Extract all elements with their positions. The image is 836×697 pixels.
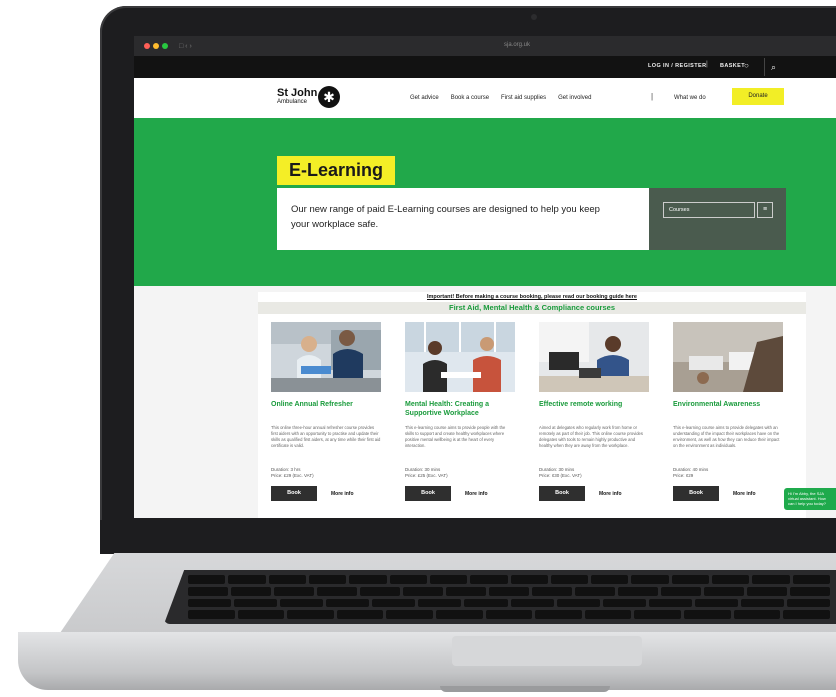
- course-cards: Online Annual Refresher This online thre…: [271, 322, 783, 514]
- course-image: [405, 322, 515, 392]
- book-button[interactable]: Book: [405, 486, 451, 501]
- book-button[interactable]: Book: [539, 486, 585, 501]
- browser-toolbar: □ ‹ › sja.org.uk: [134, 36, 836, 56]
- course-price: Price: £29 (Exc. VAT): [271, 473, 314, 478]
- more-info-link[interactable]: More info: [599, 491, 622, 497]
- nav-links: Get advice Book a course First aid suppl…: [410, 95, 591, 101]
- course-title[interactable]: Environmental Awareness: [673, 400, 783, 422]
- course-card: Mental Health: Creating a Supportive Wor…: [405, 322, 515, 514]
- maximize-window-icon[interactable]: [162, 43, 168, 49]
- hero-text: Our new range of paid E-Learning courses…: [291, 204, 600, 230]
- course-select[interactable]: Courses: [663, 202, 755, 218]
- course-image: [539, 322, 649, 392]
- basket-link[interactable]: BASKET: [720, 63, 745, 69]
- logo-line2: Ambulance: [277, 99, 308, 105]
- course-meta: Duration: 3 hrs Price: £29 (Exc. VAT): [271, 467, 381, 479]
- laptop-base: [18, 632, 836, 690]
- logo[interactable]: St John Ambulance: [277, 88, 317, 107]
- st-john-cross-icon[interactable]: ✱: [318, 86, 340, 108]
- keyboard: [164, 570, 836, 624]
- course-meta: Duration: 40 mins Price: ¢29: [673, 467, 783, 479]
- book-button[interactable]: Book: [271, 486, 317, 501]
- course-title[interactable]: Online Annual Refresher: [271, 400, 381, 422]
- book-button[interactable]: Book: [673, 486, 719, 501]
- main-nav: St John Ambulance ✱ Get advice Book a co…: [134, 78, 836, 118]
- webcam-icon: [531, 14, 537, 20]
- course-actions: Book More info: [405, 486, 488, 501]
- course-meta: Duration: 30 mins Price: ¢30 (Exc. VAT): [539, 467, 649, 479]
- course-price: Price: ¢30 (Exc. VAT): [539, 473, 582, 478]
- course-card: Effective remote working Aimed at delega…: [539, 322, 649, 514]
- nav-divider: |: [651, 92, 654, 101]
- more-info-link[interactable]: More info: [733, 491, 756, 497]
- utility-bar: LOG IN / REGISTER | BASKET ○ ⌕: [134, 56, 836, 78]
- login-register-link[interactable]: LOG IN / REGISTER: [648, 63, 706, 69]
- course-actions: Book More info: [539, 486, 622, 501]
- nav-get-involved[interactable]: Get involved: [558, 95, 591, 101]
- course-title[interactable]: Mental Health: Creating a Supportive Wor…: [405, 400, 515, 422]
- course-meta: Duration: 30 mins Price: £25 (Exc. VAT): [405, 467, 515, 479]
- nav-first-aid-supplies[interactable]: First aid supplies: [501, 95, 546, 101]
- browser-nav-icons[interactable]: □ ‹ ›: [179, 43, 192, 50]
- basket-icon[interactable]: ○: [744, 61, 749, 70]
- course-card: Environmental Awareness This e-learning …: [673, 322, 783, 514]
- course-description: This e-learning course aims to provide d…: [673, 425, 780, 448]
- course-title[interactable]: Effective remote working: [539, 400, 649, 422]
- hero-intro: Our new range of paid E-Learning courses…: [277, 188, 649, 250]
- course-description: Aimed at delegates who regularly work fr…: [539, 425, 643, 448]
- course-price: Price: ¢29: [673, 473, 694, 478]
- page-title: E-Learning: [277, 156, 396, 185]
- course-card: Online Annual Refresher This online thre…: [271, 322, 381, 514]
- more-info-link[interactable]: More info: [465, 491, 488, 497]
- course-image: [673, 322, 783, 392]
- utility-separator: |: [706, 61, 708, 68]
- course-actions: Book More info: [673, 486, 756, 501]
- chat-widget[interactable]: Hi I'm Abby, the SJA virtual assistant. …: [784, 488, 836, 510]
- address-bar[interactable]: sja.org.uk: [504, 42, 530, 48]
- browser-screen: □ ‹ › sja.org.uk LOG IN / REGISTER | BAS…: [134, 36, 836, 518]
- laptop-notch: [440, 686, 610, 692]
- nav-what-we-do[interactable]: What we do: [674, 95, 706, 101]
- course-actions: Book More info: [271, 486, 354, 501]
- trackpad: [452, 636, 642, 666]
- minimize-window-icon[interactable]: [153, 43, 159, 49]
- course-panel: Important! Before making a course bookin…: [258, 292, 806, 518]
- menu-icon[interactable]: ≡: [757, 202, 773, 218]
- donate-button[interactable]: Donate: [732, 88, 784, 105]
- search-icon[interactable]: ⌕: [764, 58, 782, 76]
- course-price: Price: £25 (Exc. VAT): [405, 473, 448, 478]
- course-description: This e-learning course aims to provide p…: [405, 425, 506, 448]
- booking-guide-link[interactable]: Important! Before making a course bookin…: [258, 294, 806, 300]
- nav-get-advice[interactable]: Get advice: [410, 95, 439, 101]
- laptop-bezel: [100, 520, 836, 554]
- course-listing: Important! Before making a course bookin…: [134, 286, 836, 518]
- section-title: First Aid, Mental Health & Compliance co…: [258, 302, 806, 314]
- course-filter: Courses ≡: [649, 188, 786, 250]
- nav-book-a-course[interactable]: Book a course: [451, 95, 489, 101]
- hero-banner: E-Learning Our new range of paid E-Learn…: [134, 118, 836, 286]
- course-description: This online three-hour annual refresher …: [271, 425, 381, 448]
- more-info-link[interactable]: More info: [331, 491, 354, 497]
- course-image: [271, 322, 381, 392]
- close-window-icon[interactable]: [144, 43, 150, 49]
